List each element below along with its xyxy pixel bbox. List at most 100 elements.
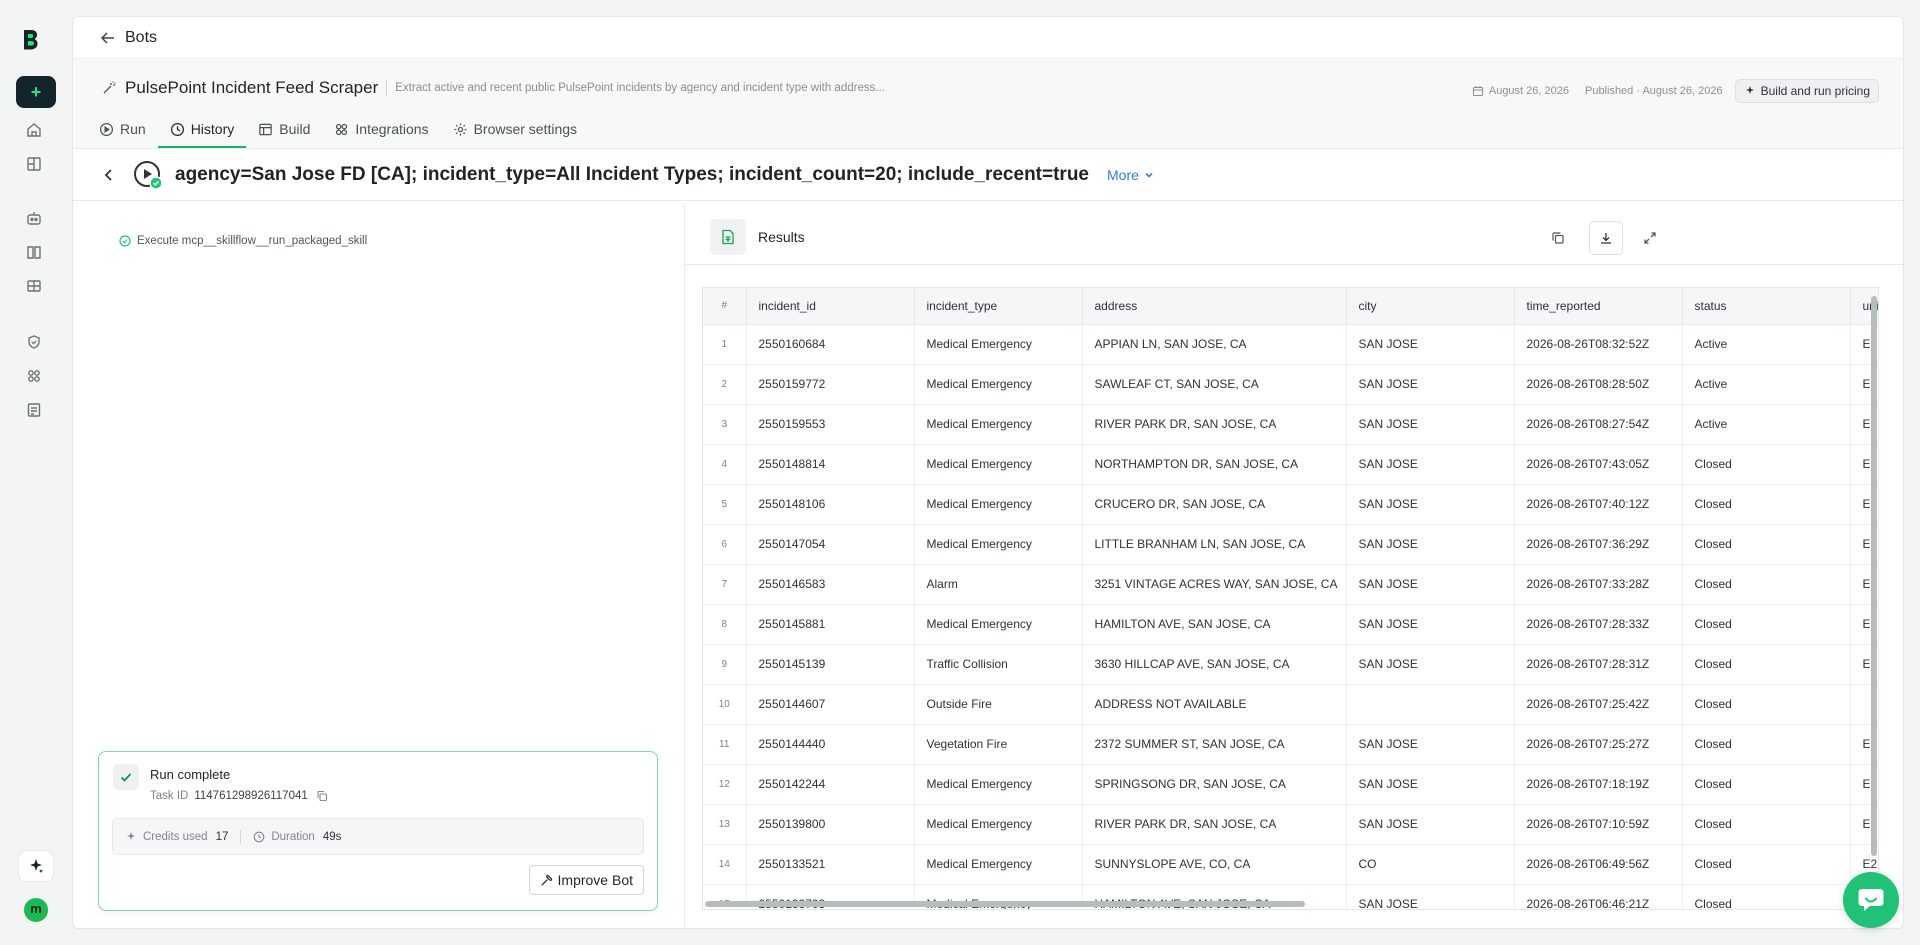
tab-label: History: [190, 121, 235, 137]
copy-results-button[interactable]: [1541, 221, 1575, 255]
download-button[interactable]: [1589, 221, 1623, 255]
table-row[interactable]: 11 2550144440 Vegetation Fire 2372 SUMMER S…: [703, 724, 1878, 765]
table-cell-address: RIVER PARK DR, SAN JOSE, CA: [1082, 804, 1347, 845]
column-header-index[interactable]: #: [703, 288, 747, 325]
copy-icon[interactable]: [316, 790, 328, 802]
horizontal-scrollbar[interactable]: [705, 901, 1305, 907]
table-cell-time_reported: 2026-08-26T07:36:29Z: [1514, 524, 1683, 565]
table-cell-city: SAN JOSE: [1346, 364, 1515, 405]
table-row[interactable]: 5 2550148106 Medical Emergency CRUCERO DR, …: [703, 484, 1878, 525]
more-dropdown[interactable]: More: [1107, 167, 1155, 183]
table-cell-city: SAN JOSE: [1346, 404, 1515, 445]
table-cell-time_reported: 2026-08-26T06:46:21Z: [1514, 884, 1683, 909]
column-header-time_reported[interactable]: time_reported: [1514, 288, 1683, 325]
back-arrow-icon[interactable]: [99, 29, 117, 47]
chevron-left-icon[interactable]: [101, 167, 117, 183]
avatar[interactable]: m: [24, 898, 48, 922]
calendar-icon: [1472, 86, 1483, 97]
tab-build[interactable]: Build: [246, 112, 322, 148]
step-label: Execute mcp__skillflow__run_packaged_ski…: [137, 235, 368, 247]
apps-icon[interactable]: [26, 368, 44, 386]
chat-button[interactable]: [1843, 872, 1899, 928]
download-icon: [1601, 233, 1611, 244]
table-cell-incident_id: 2550139800: [746, 804, 915, 845]
bot-icon[interactable]: [26, 210, 44, 228]
table-row[interactable]: 10 2550144607 Outside Fire ADDRESS NOT AVAI…: [703, 684, 1878, 725]
table-cell-incident_type: Medical Emergency: [914, 324, 1083, 365]
table-cell-status: Active: [1682, 364, 1851, 405]
left-rail: + m: [0, 0, 72, 945]
table-row[interactable]: 14 2550133521 Medical Emergency SUNNYSLOPE …: [703, 844, 1878, 885]
created-date: August 26, 2026: [1488, 85, 1569, 97]
column-header-status[interactable]: status: [1682, 288, 1851, 325]
run-complete-title: Run complete: [150, 767, 231, 782]
table-row[interactable]: 7 2550146583 Alarm 3251 VINTAGE ACRES WAY, …: [703, 564, 1878, 605]
ai-assistant-button[interactable]: [18, 850, 54, 882]
table-cell-index: 9: [703, 644, 747, 685]
table-row[interactable]: 2 2550159772 Medical Emergency SAWLEAF CT, …: [703, 364, 1878, 405]
table-cell-incident_type: Medical Emergency: [914, 524, 1083, 565]
table-cell-status: Closed: [1682, 764, 1851, 805]
table-cell-index: 3: [703, 404, 747, 445]
spreadsheet-icon: [710, 219, 746, 255]
table-row[interactable]: 9 2550145139 Traffic Collision 3630 HILLCAP…: [703, 644, 1878, 685]
table-row[interactable]: 8 2550145881 Medical Emergency HAMILTON AVE…: [703, 604, 1878, 645]
step-item[interactable]: Execute mcp__skillflow__run_packaged_ski…: [119, 235, 367, 247]
table-row[interactable]: 6 2550147054 Medical Emergency LITTLE BRANH…: [703, 524, 1878, 565]
task-id-label: Task ID: [150, 790, 189, 802]
column-header-incident_type[interactable]: incident_type: [914, 288, 1083, 325]
table-row[interactable]: 1 2550160684 Medical Emergency APPIAN LN, S…: [703, 324, 1878, 365]
dashboard-icon[interactable]: [26, 156, 44, 174]
results-table-container[interactable]: # incident_id incident_type address city time…: [702, 287, 1879, 910]
library-icon[interactable]: [26, 278, 44, 296]
app-logo-icon[interactable]: [20, 28, 40, 52]
table-cell-index: 10: [703, 684, 747, 725]
table-cell-city: SAN JOSE: [1346, 484, 1515, 525]
new-bot-button[interactable]: +: [16, 76, 56, 108]
bot-description: Extract active and recent public PulsePo…: [395, 82, 885, 94]
pricing-button[interactable]: Build and run pricing: [1734, 79, 1879, 103]
table-cell-city: SAN JOSE: [1346, 564, 1515, 605]
column-header-city[interactable]: city: [1346, 288, 1515, 325]
grid-icon: [336, 123, 348, 135]
table-cell-city: SAN JOSE: [1346, 764, 1515, 805]
shield-icon[interactable]: [26, 334, 44, 352]
table-cell-status: Closed: [1682, 844, 1851, 885]
tab-browser-settings[interactable]: Browser settings: [441, 112, 589, 148]
table-cell-index: 14: [703, 844, 747, 885]
table-cell-incident_id: 2550144607: [746, 684, 915, 725]
column-header-incident_id[interactable]: incident_id: [746, 288, 915, 325]
table-cell-address: 2372 SUMMER ST, SAN JOSE, CA: [1082, 724, 1347, 765]
table-cell-address: 3251 VINTAGE ACRES WAY, SAN JOSE, CA: [1082, 564, 1347, 605]
tab-history[interactable]: History: [157, 112, 247, 148]
book-icon[interactable]: [26, 244, 44, 262]
expand-button[interactable]: [1633, 221, 1667, 255]
table-cell-incident_type: Outside Fire: [914, 684, 1083, 725]
tab-label: Integrations: [355, 121, 429, 137]
improve-bot-button[interactable]: Improve Bot: [528, 865, 644, 895]
column-header-address[interactable]: address: [1082, 288, 1347, 325]
table-row[interactable]: 3 2550159553 Medical Emergency RIVER PARK D…: [703, 404, 1878, 445]
table-row[interactable]: 12 2550142244 Medical Emergency SPRINGSONG …: [703, 764, 1878, 805]
table-cell-incident_type: Alarm: [914, 564, 1083, 605]
table-cell-time_reported: 2026-08-26T08:27:54Z: [1514, 404, 1683, 445]
back-to-bots-link[interactable]: Bots: [125, 29, 157, 47]
chevron-down-icon: [1145, 172, 1153, 178]
table-cell-city: SAN JOSE: [1346, 324, 1515, 365]
logs-icon[interactable]: [26, 402, 44, 420]
published-date: Published · August 26, 2026: [1584, 85, 1723, 97]
table-cell-index: 12: [703, 764, 747, 805]
vertical-scrollbar[interactable]: [1871, 296, 1877, 856]
table-row[interactable]: 13 2550139800 Medical Emergency RIVER PARK …: [703, 804, 1878, 845]
table-cell-status: Closed: [1682, 804, 1851, 845]
table-cell-city: SAN JOSE: [1346, 644, 1515, 685]
table-cell-city: SAN JOSE: [1346, 604, 1515, 645]
tab-run[interactable]: Run: [87, 112, 158, 148]
steps-pane: Execute mcp__skillflow__run_packaged_ski…: [73, 205, 685, 928]
home-icon[interactable]: [26, 122, 44, 140]
table-cell-incident_type: Medical Emergency: [914, 444, 1083, 485]
results-table: # incident_id incident_type address city time…: [703, 288, 1878, 909]
table-cell-incident_type: Medical Emergency: [914, 804, 1083, 845]
table-row[interactable]: 4 2550148814 Medical Emergency NORTHAMPTON …: [703, 444, 1878, 485]
tab-integrations[interactable]: Integrations: [322, 112, 440, 148]
